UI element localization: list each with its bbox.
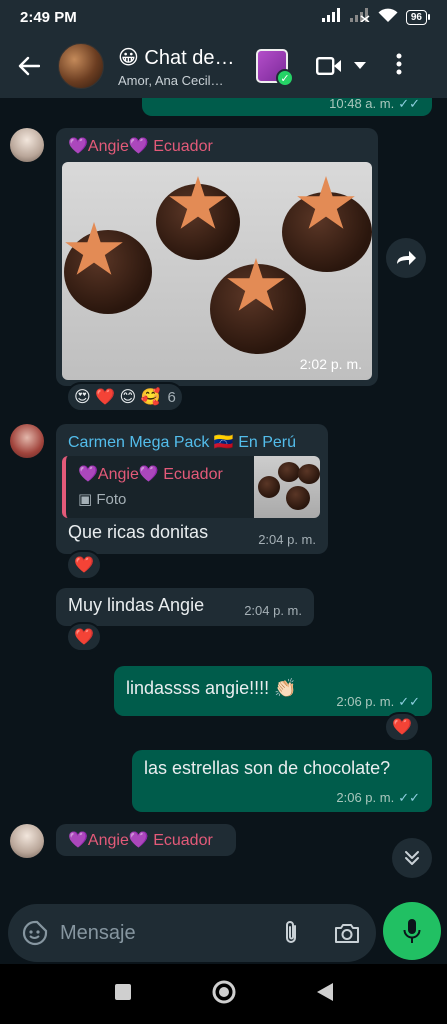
more-options-button[interactable] — [396, 53, 402, 80]
back-button[interactable] — [0, 34, 58, 98]
message-time: 10:48 a. m. ✓✓ — [329, 98, 420, 111]
double-check-icon: ✓✓ — [398, 694, 420, 709]
chat-area[interactable]: 10:48 a. m. ✓✓ 💜Angie💜 Ecuador 2:02 p. m.… — [0, 98, 447, 902]
avatar[interactable] — [10, 824, 44, 858]
system-navigation-bar — [0, 964, 447, 1024]
status-bar: 2:49 PM 96 — [0, 0, 447, 34]
home-button[interactable] — [212, 980, 236, 1009]
message-input[interactable]: Mensaje — [8, 904, 376, 962]
message-bubble-out[interactable]: las estrellas son de chocolate? 2:06 p. … — [132, 750, 432, 812]
recent-apps-button[interactable] — [114, 983, 132, 1006]
message-time: 2:04 p. m. — [244, 603, 302, 618]
reactions-pill[interactable]: ❤️ — [384, 712, 420, 742]
reactions-pill[interactable]: 😍 ❤️ 😊 🥰 6 — [66, 382, 184, 412]
forward-icon — [397, 251, 416, 265]
photo-image[interactable]: 2:02 p. m. — [62, 162, 372, 380]
video-camera-icon — [316, 57, 341, 75]
square-icon — [114, 983, 131, 1000]
signal-2-icon — [349, 8, 370, 26]
chat-title-block[interactable]: 😀 Chat de… Amor, Ana Cecil… — [118, 45, 248, 88]
chat-title: 😀 Chat de… — [118, 46, 235, 69]
quote-sender: 💜Angie💜 Ecuador — [78, 466, 223, 483]
message-bubble-out[interactable]: lindassss angie!!!! 👏🏻 2:06 p. m. ✓✓ — [114, 666, 432, 716]
sender-name[interactable]: Carmen Mega Pack 🇻🇪 En Perú — [68, 432, 296, 452]
message-bubble-in[interactable]: 💜Angie💜 Ecuador — [56, 824, 236, 856]
community-icon[interactable]: ✓ — [256, 49, 294, 87]
attach-icon[interactable] — [282, 920, 300, 946]
arrow-left-icon — [18, 56, 40, 76]
image-icon: ▣ — [78, 491, 93, 508]
wifi-icon — [378, 8, 398, 27]
message-input-bar: Mensaje — [0, 902, 447, 964]
message-bubble-in[interactable]: 💜Angie💜 Ecuador 2:02 p. m. — [56, 128, 378, 386]
message-time: 2:02 p. m. — [299, 356, 362, 372]
chat-participants: Amor, Ana Cecil… — [118, 72, 224, 88]
message-bubble-in[interactable]: Muy lindas Angie 2:04 p. m. — [56, 588, 314, 626]
reaction-emojis: ❤️ — [392, 719, 412, 736]
avatar[interactable] — [10, 424, 44, 458]
avatar[interactable] — [10, 128, 44, 162]
voice-message-button[interactable] — [383, 902, 441, 960]
sticker-icon[interactable] — [22, 920, 48, 946]
circle-icon — [212, 980, 235, 1003]
reactions-pill[interactable]: ❤️ — [66, 622, 102, 652]
status-time: 2:49 PM — [20, 8, 77, 26]
group-avatar[interactable] — [58, 43, 104, 89]
video-call-button[interactable] — [316, 57, 366, 75]
signal-icon — [321, 8, 342, 26]
scroll-to-bottom-button[interactable] — [392, 838, 432, 878]
reactions-pill[interactable]: ❤️ — [66, 550, 102, 580]
chat-header: 😀 Chat de… Amor, Ana Cecil… ✓ — [0, 34, 447, 98]
sender-name[interactable]: 💜Angie💜 Ecuador — [68, 830, 213, 850]
message-time: 2:06 p. m. ✓✓ — [336, 790, 420, 805]
message-text: las estrellas son de chocolate? — [144, 758, 391, 778]
chevron-down-icon — [354, 62, 366, 69]
back-nav-button[interactable] — [316, 982, 334, 1007]
message-placeholder: Mensaje — [60, 921, 136, 944]
check-badge-icon: ✓ — [276, 69, 294, 87]
more-vertical-icon — [396, 53, 402, 74]
microphone-icon — [403, 919, 421, 943]
message-bubble-in[interactable]: Carmen Mega Pack 🇻🇪 En Perú 💜Angie💜 Ecua… — [56, 424, 328, 554]
message-text: lindassss angie!!!! 👏🏻 — [126, 678, 297, 698]
triangle-back-icon — [316, 982, 333, 1001]
reaction-emojis: 😍 ❤️ 😊 🥰 — [74, 389, 161, 406]
message-text: Que ricas donitas — [68, 522, 209, 542]
message-text: Muy lindas Angie — [68, 595, 205, 615]
message-bubble-out[interactable]: 10:48 a. m. ✓✓ — [142, 98, 432, 116]
double-check-icon: ✓✓ — [398, 98, 420, 111]
double-check-icon: ✓✓ — [398, 790, 420, 805]
quote-type: ▣ Foto — [78, 491, 127, 508]
reaction-emojis: ❤️ — [74, 557, 94, 574]
sender-name[interactable]: 💜Angie💜 Ecuador — [68, 136, 213, 156]
reaction-count: 6 — [167, 388, 176, 406]
camera-icon[interactable] — [334, 922, 360, 944]
battery-icon: 96 — [405, 9, 431, 25]
quote-thumbnail — [254, 456, 320, 518]
message-time: 2:04 p. m. — [258, 532, 316, 547]
reaction-emojis: ❤️ — [74, 629, 94, 646]
message-time: 2:06 p. m. ✓✓ — [336, 694, 420, 709]
quoted-message[interactable]: 💜Angie💜 Ecuador ▣ Foto — [62, 456, 320, 518]
forward-button[interactable] — [386, 238, 426, 278]
double-chevron-down-icon — [405, 851, 419, 865]
